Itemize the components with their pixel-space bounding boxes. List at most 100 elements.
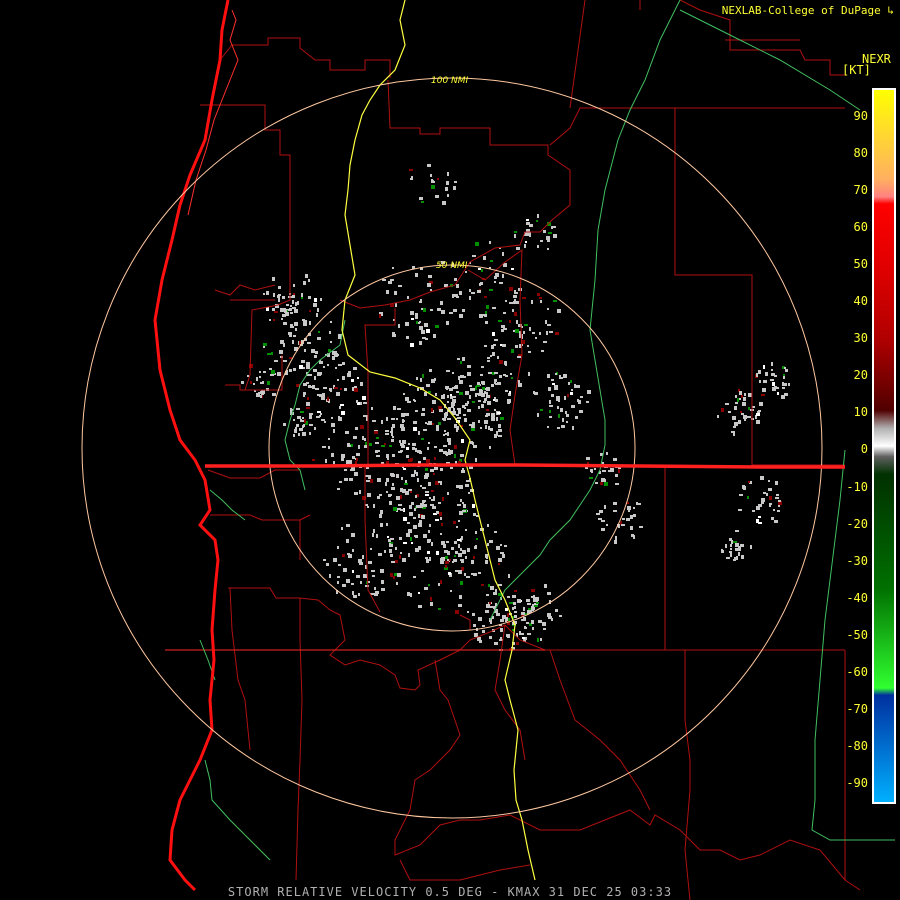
echo-pixel	[772, 387, 776, 391]
echo-pixel	[477, 290, 481, 293]
echo-pixel	[360, 425, 364, 429]
echo-pixel	[489, 606, 493, 608]
echo-pixel	[437, 178, 439, 180]
echo-pixel	[531, 300, 533, 304]
echo-pixel	[354, 492, 358, 495]
echo-pixel	[410, 343, 414, 347]
echo-pixel	[426, 329, 430, 333]
radar-map[interactable]: 50 NMI 100 NMI	[0, 0, 900, 900]
echo-pixel	[441, 557, 445, 561]
echo-pixel	[505, 390, 508, 392]
echo-pixel	[421, 515, 425, 519]
echo-pixel	[515, 345, 518, 348]
echo-pixel	[314, 376, 316, 380]
echo-pixel	[481, 269, 483, 272]
echo-pixel	[761, 502, 764, 504]
echo-pixel	[465, 271, 467, 273]
echo-pixel	[283, 343, 285, 347]
echo-pixel	[784, 393, 788, 396]
echo-pixel	[602, 470, 606, 472]
echo-pixel	[421, 570, 424, 572]
echo-pixel	[487, 524, 489, 527]
echo-pixel	[317, 308, 319, 312]
echo-pixel	[373, 529, 375, 533]
echo-pixel	[572, 426, 574, 430]
echo-pixel	[313, 369, 317, 372]
echo-pixel	[308, 296, 311, 299]
echo-pixel	[446, 181, 449, 185]
echo-pixel	[531, 596, 533, 598]
echo-pixel	[344, 469, 347, 471]
echo-pixel	[743, 415, 747, 419]
echo-pixel	[443, 434, 445, 436]
echo-pixel	[418, 592, 420, 594]
echo-pixel	[450, 394, 452, 396]
echo-pixel	[441, 541, 445, 545]
echo-pixel	[484, 398, 487, 401]
echo-pixel	[435, 195, 439, 198]
echo-pixel	[522, 297, 526, 299]
echo-pixel	[391, 439, 394, 442]
echo-pixel	[421, 413, 425, 416]
echo-pixel	[475, 393, 477, 397]
echo-pixel	[551, 379, 554, 381]
echo-pixel	[302, 417, 304, 419]
echo-pixel	[385, 430, 389, 432]
echo-pixel	[390, 279, 394, 281]
echo-pixel	[330, 321, 332, 323]
echo-pixel	[425, 338, 428, 340]
echo-pixel	[457, 417, 461, 419]
echo-pixel	[487, 360, 490, 362]
echo-pixel	[452, 294, 454, 298]
echo-pixel	[352, 387, 354, 391]
echo-pixel	[261, 390, 265, 394]
echo-pixel	[405, 480, 407, 483]
echo-pixel	[498, 429, 502, 432]
echo-pixel	[328, 438, 330, 440]
echo-pixel	[773, 509, 775, 511]
legend-tick-label: 0	[860, 442, 868, 457]
echo-pixel	[272, 393, 276, 396]
echo-pixel	[509, 287, 513, 291]
echo-pixel	[422, 408, 425, 411]
echo-pixel	[533, 595, 535, 598]
echo-pixel	[449, 312, 453, 314]
echo-pixel	[458, 376, 460, 380]
echo-pixel	[462, 502, 464, 504]
echo-pixel	[338, 416, 340, 420]
echo-pixel	[566, 414, 569, 417]
echo-pixel	[301, 293, 303, 297]
echo-pixel	[449, 388, 453, 391]
echo-pixel	[488, 584, 490, 587]
echo-pixel	[491, 384, 494, 387]
echo-pixel	[376, 437, 379, 439]
echo-pixel	[259, 376, 261, 378]
echo-pixel	[461, 559, 464, 563]
echo-pixel	[621, 524, 625, 526]
echo-pixel	[448, 572, 451, 575]
echo-pixel	[299, 365, 303, 369]
echo-pixel	[545, 320, 547, 324]
echo-pixel	[639, 526, 643, 528]
echo-pixel	[551, 394, 554, 397]
echo-pixel	[759, 402, 763, 406]
echo-pixel	[337, 488, 340, 490]
legend-tick-label: 40	[853, 294, 868, 309]
echo-pixel	[514, 312, 517, 316]
echo-pixel	[335, 354, 339, 356]
echo-pixel	[496, 431, 498, 433]
echo-pixel	[449, 559, 451, 561]
echo-pixel	[536, 220, 538, 222]
echo-pixel	[329, 331, 331, 334]
echo-pixel	[633, 507, 635, 509]
echo-pixel	[297, 301, 299, 305]
echo-pixel	[486, 395, 490, 398]
product-caption: STORM RELATIVE VELOCITY 0.5 DEG - KMAX 3…	[227, 885, 673, 899]
echo-pixel	[409, 169, 413, 171]
echo-pixel	[419, 520, 422, 524]
echo-pixel	[741, 395, 743, 398]
echo-pixel	[499, 375, 502, 378]
echo-pixel	[485, 425, 487, 429]
echo-pixel	[542, 622, 546, 626]
echo-pixel	[568, 382, 570, 385]
